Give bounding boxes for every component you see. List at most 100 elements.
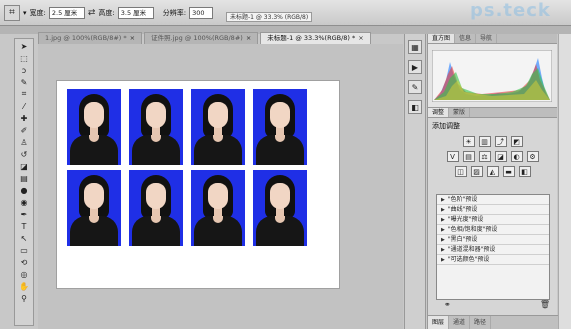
healing-tool-icon[interactable]: ✚ bbox=[17, 113, 31, 123]
expand-arrow-icon: ▶ bbox=[441, 197, 445, 203]
swap-dimensions-icon[interactable]: ⇄ bbox=[88, 8, 96, 18]
vibrance-icon[interactable]: V bbox=[446, 151, 459, 162]
tab-adjustments[interactable]: 调整 bbox=[428, 108, 450, 117]
channel-mixer-icon[interactable]: ⚙ bbox=[526, 151, 539, 162]
tab-masks[interactable]: 蒙版 bbox=[449, 108, 471, 117]
preset-item[interactable]: ▶ "曲线"预设 bbox=[437, 205, 549, 215]
photoshop-window: ⌗ ▾ 宽度: 2.5 厘米 ⇄ 高度: 3.5 厘米 分辨率: 300 未标题… bbox=[0, 0, 571, 329]
blur-tool-icon[interactable]: ● bbox=[17, 185, 31, 195]
history-brush-icon[interactable]: ↺ bbox=[17, 149, 31, 159]
doc-tab-2[interactable]: 证件照.jpg @ 100%(RGB/8#) × bbox=[144, 32, 259, 44]
close-icon[interactable]: × bbox=[130, 34, 135, 42]
expand-arrow-icon: ▶ bbox=[441, 207, 445, 213]
id-photo bbox=[191, 89, 245, 165]
stamp-tool-icon[interactable]: ♙ bbox=[17, 137, 31, 147]
id-photo bbox=[253, 170, 307, 246]
adjust-row-1: ☀ ▥ ⤴ ◩ bbox=[428, 136, 557, 147]
histogram-graph bbox=[432, 50, 552, 102]
eyedropper-tool-icon[interactable]: ⁄ bbox=[17, 101, 31, 111]
preset-item[interactable]: ▶ "色相/饱和度"预设 bbox=[437, 225, 549, 235]
threshold-icon[interactable]: ◭ bbox=[486, 166, 499, 177]
doc-tab-3[interactable]: 未标题-1 @ 33.3%(RGB/8) * × bbox=[260, 32, 371, 44]
preset-item[interactable]: ▶ "黑白"预设 bbox=[437, 235, 549, 245]
toolbox: ➤ ⬚ ↄ ✎ ⌗ ⁄ ✚ ✐ ♙ ↺ ◪ ▤ ● ◉ ✒ T ↖ ▭ ⟲ ◎ … bbox=[14, 38, 34, 326]
tooltip: 未标题-1 @ 33.3% (RGB/8) bbox=[226, 12, 313, 22]
3d-rotate-tool-icon[interactable]: ⟲ bbox=[17, 257, 31, 267]
quick-select-tool-icon[interactable]: ✎ bbox=[17, 77, 31, 87]
black-white-icon[interactable]: ◪ bbox=[494, 151, 507, 162]
tab-histogram[interactable]: 直方图 bbox=[428, 34, 456, 43]
panel-bottom-icons: ⚭ 🗑 bbox=[444, 300, 550, 309]
panel-dock: ▦ ▶ ✎ ◧ bbox=[404, 34, 426, 329]
tab-paths[interactable]: 路径 bbox=[470, 316, 492, 329]
link-icon[interactable]: ⚭ bbox=[444, 300, 451, 309]
tab-navigator[interactable]: 导航 bbox=[476, 34, 498, 43]
watermark: ps.teck bbox=[470, 0, 551, 21]
layers-tabs: 图层 通道 路径 bbox=[428, 315, 558, 329]
shape-tool-icon[interactable]: ▭ bbox=[17, 245, 31, 255]
preset-item[interactable]: ▶ "曝光度"预设 bbox=[437, 215, 549, 225]
gradient-map-icon[interactable]: ▬ bbox=[502, 166, 515, 177]
marquee-tool-icon[interactable]: ⬚ bbox=[17, 53, 31, 63]
expand-arrow-icon: ▶ bbox=[441, 247, 445, 253]
preset-item[interactable]: ▶ "通道混和器"预设 bbox=[437, 245, 549, 255]
posterize-icon[interactable]: ▨ bbox=[470, 166, 483, 177]
clone-source-icon[interactable]: ◧ bbox=[408, 100, 422, 114]
3d-orbit-tool-icon[interactable]: ◎ bbox=[17, 269, 31, 279]
width-field[interactable]: 2.5 厘米 bbox=[48, 6, 85, 19]
document-tabs: 1.jpg @ 100%(RGB/8#) * × 证件照.jpg @ 100%(R… bbox=[38, 32, 371, 44]
hand-tool-icon[interactable]: ✋ bbox=[17, 281, 31, 291]
right-scrollbar[interactable] bbox=[558, 34, 571, 329]
tab-layers[interactable]: 图层 bbox=[428, 316, 450, 329]
photo-sheet[interactable] bbox=[56, 80, 340, 289]
levels-icon[interactable]: ▥ bbox=[478, 136, 491, 147]
adjust-title: 添加调整 bbox=[432, 122, 460, 130]
id-photo bbox=[67, 89, 121, 165]
history-panel-icon[interactable]: ▦ bbox=[408, 40, 422, 54]
curves-icon[interactable]: ⤴ bbox=[494, 136, 507, 147]
tab-info[interactable]: 信息 bbox=[455, 34, 477, 43]
type-tool-icon[interactable]: T bbox=[17, 221, 31, 231]
histogram bbox=[428, 44, 557, 108]
adjust-row-2: V ▤ ⚖ ◪ ◐ ⚙ bbox=[428, 151, 557, 162]
crop-tool-icon[interactable]: ⌗ bbox=[17, 89, 31, 99]
lasso-tool-icon[interactable]: ↄ bbox=[17, 65, 31, 75]
move-tool-icon[interactable]: ➤ bbox=[17, 41, 31, 51]
id-photo bbox=[253, 89, 307, 165]
trash-icon[interactable]: 🗑 bbox=[540, 300, 550, 309]
expand-arrow-icon: ▶ bbox=[441, 227, 445, 233]
expand-arrow-icon: ▶ bbox=[441, 257, 445, 263]
invert-icon[interactable]: ◫ bbox=[454, 166, 467, 177]
resolution-field[interactable]: 300 bbox=[189, 6, 214, 19]
id-photo bbox=[191, 170, 245, 246]
path-select-tool-icon[interactable]: ↖ bbox=[17, 233, 31, 243]
hue-saturation-icon[interactable]: ▤ bbox=[462, 151, 475, 162]
photo-filter-icon[interactable]: ◐ bbox=[510, 151, 523, 162]
height-label: 高度: bbox=[98, 8, 115, 17]
height-field[interactable]: 3.5 厘米 bbox=[117, 6, 154, 19]
preset-item[interactable]: ▶ "可选颜色"预设 bbox=[437, 255, 549, 265]
dodge-tool-icon[interactable]: ◉ bbox=[17, 197, 31, 207]
crop-tool-icon[interactable]: ⌗ bbox=[4, 4, 20, 21]
close-icon[interactable]: × bbox=[358, 34, 363, 42]
id-photo bbox=[129, 89, 183, 165]
gradient-tool-icon[interactable]: ▤ bbox=[17, 173, 31, 183]
tool-preset-arrow[interactable]: ▾ bbox=[23, 9, 27, 17]
adjust-row-3: ◫ ▨ ◭ ▬ ◧ bbox=[428, 166, 557, 177]
expand-arrow-icon: ▶ bbox=[441, 237, 445, 243]
brush-tool-icon[interactable]: ✐ bbox=[17, 125, 31, 135]
actions-panel-icon[interactable]: ▶ bbox=[408, 60, 422, 74]
eraser-tool-icon[interactable]: ◪ bbox=[17, 161, 31, 171]
zoom-tool-icon[interactable]: ⚲ bbox=[17, 293, 31, 303]
expand-arrow-icon: ▶ bbox=[441, 217, 445, 223]
brightness-icon[interactable]: ☀ bbox=[462, 136, 475, 147]
close-icon[interactable]: × bbox=[246, 34, 251, 42]
tab-channels[interactable]: 通道 bbox=[449, 316, 471, 329]
doc-tab-1[interactable]: 1.jpg @ 100%(RGB/8#) * × bbox=[38, 32, 143, 44]
exposure-icon[interactable]: ◩ bbox=[510, 136, 523, 147]
selective-color-icon[interactable]: ◧ bbox=[518, 166, 531, 177]
preset-item[interactable]: ▶ "色阶"预设 bbox=[437, 195, 549, 205]
pen-tool-icon[interactable]: ✒ bbox=[17, 209, 31, 219]
color-balance-icon[interactable]: ⚖ bbox=[478, 151, 491, 162]
brush-panel-icon[interactable]: ✎ bbox=[408, 80, 422, 94]
